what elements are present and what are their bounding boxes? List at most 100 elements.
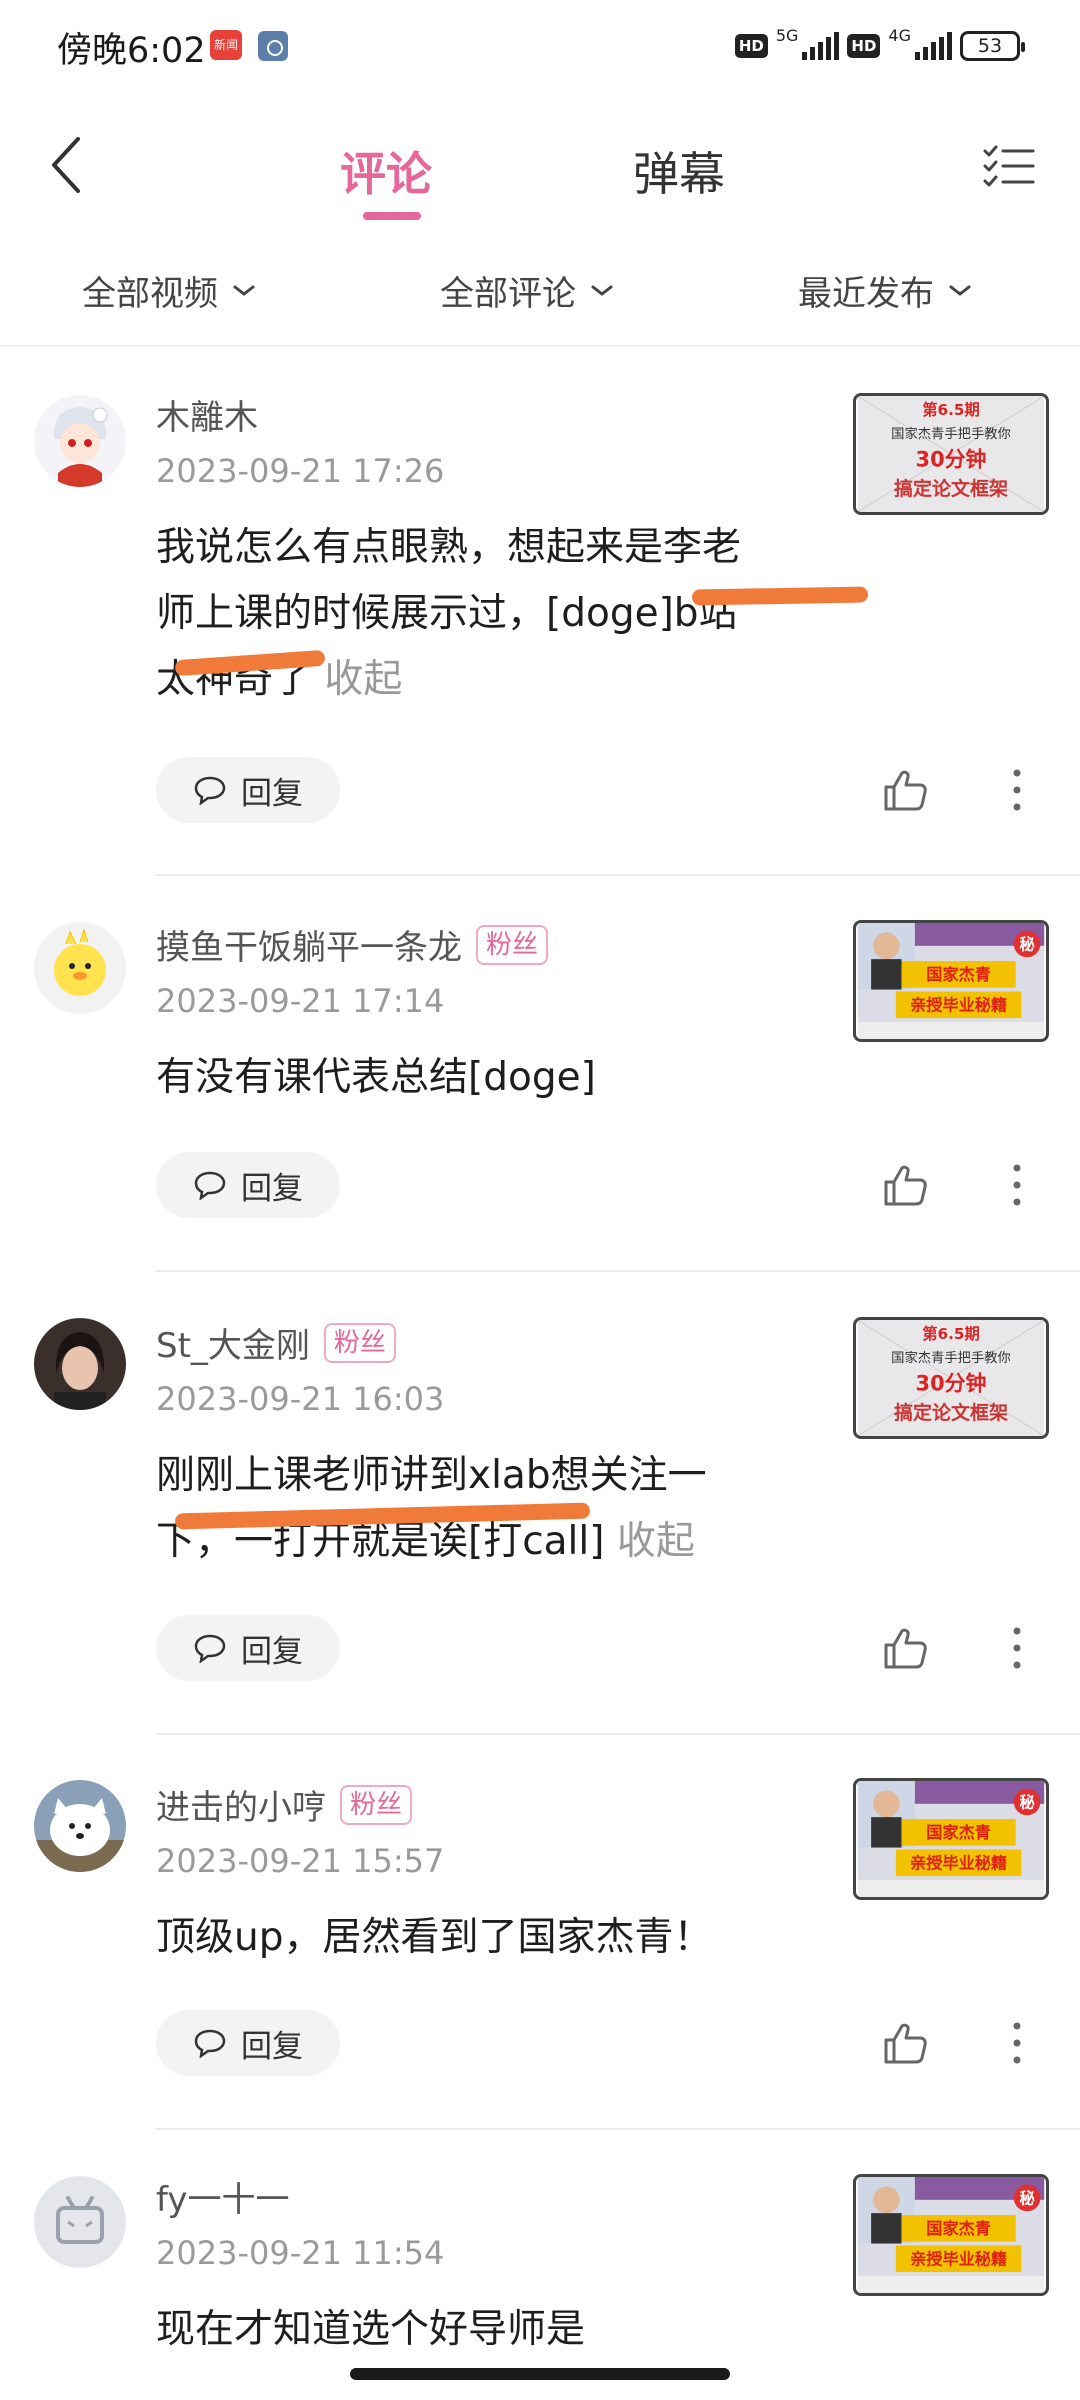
- author-name: 进击的小哼: [156, 1788, 326, 1828]
- thumb-line2: 30分钟: [916, 447, 987, 471]
- comment-time: 2023-09-21 16:03: [156, 1380, 445, 1418]
- thumb-badge: 秘: [1019, 936, 1034, 954]
- filter-comments-label: 全部评论: [440, 274, 576, 314]
- author-name: 摸鱼干饭躺平一条龙: [156, 928, 462, 968]
- thumb-line1: 国家杰青: [926, 2219, 991, 2238]
- thumbs-up-icon[interactable]: [882, 1625, 928, 1671]
- video-thumbnail[interactable]: 秘 国家杰青 亲授毕业秘籍: [853, 2174, 1049, 2296]
- sort-label: 最近发布: [798, 274, 934, 314]
- thumb-line3: 搞定论文框架: [894, 1401, 1008, 1424]
- comment-body: 现在才知道选个好导师是: [156, 2307, 586, 2352]
- home-indicator[interactable]: [350, 2368, 730, 2380]
- thumbs-up-icon[interactable]: [882, 2020, 928, 2066]
- comment-time: 2023-09-21 17:14: [156, 982, 445, 1020]
- comment-bubble-icon: [194, 1171, 226, 1200]
- reply-button[interactable]: 回复: [156, 757, 340, 823]
- header-divider: [0, 345, 1080, 347]
- video-thumbnail[interactable]: 秘 国家杰青 亲授毕业秘籍: [853, 920, 1049, 1042]
- hd-icon: HD: [734, 34, 768, 58]
- filter-videos-dropdown[interactable]: 全部视频: [82, 266, 256, 315]
- fan-badge: 粉丝: [340, 1784, 413, 1825]
- status-time: 傍晚6:02: [57, 31, 206, 71]
- comment-author[interactable]: 摸鱼干饭躺平一条龙 粉丝: [156, 920, 549, 969]
- status-indicators: HD 5G HD 4G 53: [734, 26, 1025, 66]
- thumb-line1: 国家杰青: [926, 965, 991, 984]
- comment-bubble-icon: [194, 2029, 226, 2058]
- thumbs-up-icon[interactable]: [882, 767, 928, 813]
- avatar[interactable]: [34, 2176, 126, 2268]
- fan-badge: 粉丝: [323, 1322, 396, 1363]
- chevron-down-icon: [591, 285, 613, 296]
- reply-label: 回复: [241, 775, 303, 812]
- more-options-icon[interactable]: [1010, 1162, 1024, 1208]
- comment-bubble-icon: [194, 776, 226, 805]
- back-arrow-icon[interactable]: [48, 135, 88, 195]
- collapse-link[interactable]: 收起: [617, 1519, 695, 1564]
- comment-text: 我说怎么有点眼熟，想起来是李老师上课的时候展示过，[doge]b站太神奇了 收起: [156, 515, 776, 713]
- collapse-link[interactable]: 收起: [324, 657, 402, 702]
- thumbs-up-icon[interactable]: [882, 1162, 928, 1208]
- comment-author[interactable]: 木離木: [156, 390, 258, 439]
- comment-bubble-icon: [194, 1634, 226, 1663]
- comment-author[interactable]: 进击的小哼 粉丝: [156, 1780, 413, 1829]
- highlight-mark: [691, 586, 869, 606]
- comment-time: 2023-09-21 15:57: [156, 1842, 445, 1880]
- thumb-line2: 亲授毕业秘籍: [910, 1853, 1007, 1872]
- thumb-line1: 国家杰青手把手教你: [891, 425, 1011, 442]
- reply-button[interactable]: 回复: [156, 1152, 340, 1218]
- comment-author[interactable]: fy一十一: [156, 2172, 290, 2221]
- tab-danmaku[interactable]: 弹幕: [633, 138, 725, 204]
- signal-icon: [915, 32, 952, 60]
- tab-comments[interactable]: 评论: [340, 138, 432, 204]
- thumb-line1: 国家杰青: [926, 1823, 991, 1842]
- comment-body: 我说怎么有点眼熟，想起来是李老师上课的时候展示过，[doge]b站太神奇了: [156, 525, 742, 702]
- avatar[interactable]: [34, 1318, 126, 1410]
- reply-label: 回复: [241, 1170, 303, 1207]
- comment-text: 现在才知道选个好导师是: [156, 2297, 776, 2363]
- status-bar: 傍晚6:02 新闻 HD 5G HD 4G 53: [0, 0, 1080, 95]
- news-app-notification-icon: 新闻: [210, 30, 242, 60]
- thumb-line2: 亲授毕业秘籍: [910, 2249, 1007, 2268]
- list-menu-icon[interactable]: [983, 145, 1035, 189]
- avatar[interactable]: [34, 922, 126, 1014]
- hd-icon: HD: [847, 34, 881, 58]
- comment-divider: [156, 874, 1080, 876]
- thumb-badge: 秘: [1019, 2190, 1034, 2208]
- comment-author[interactable]: St_大金刚 粉丝: [156, 1318, 396, 1367]
- reply-label: 回复: [241, 1633, 303, 1670]
- video-thumbnail[interactable]: 第6.5期 国家杰青手把手教你 30分钟 搞定论文框架: [853, 1317, 1049, 1439]
- comment-divider: [156, 2128, 1080, 2130]
- chevron-down-icon: [949, 285, 971, 296]
- more-options-icon[interactable]: [1010, 2020, 1024, 2066]
- thumb-title: 第6.5期: [922, 401, 979, 419]
- author-name: fy一十一: [156, 2180, 290, 2220]
- thumb-line3: 搞定论文框架: [894, 477, 1008, 500]
- comment-text: 顶级up，居然看到了国家杰青！: [156, 1905, 776, 1971]
- network-type-label: 5G: [775, 26, 799, 45]
- avatar[interactable]: [34, 1780, 126, 1872]
- top-navigation: 评论 弹幕: [0, 120, 1080, 230]
- chevron-down-icon: [233, 285, 255, 296]
- thumb-title: 第6.5期: [922, 1325, 979, 1343]
- filter-bar: 全部视频 全部评论 最近发布: [0, 252, 1080, 332]
- thumb-line1: 国家杰青手把手教你: [891, 1349, 1011, 1366]
- comment-text: 有没有课代表总结[doge]: [156, 1045, 776, 1111]
- more-options-icon[interactable]: [1010, 767, 1024, 813]
- reply-button[interactable]: 回复: [156, 1615, 340, 1681]
- sort-dropdown[interactable]: 最近发布: [798, 266, 972, 315]
- filter-videos-label: 全部视频: [82, 274, 218, 314]
- reply-label: 回复: [241, 2028, 303, 2065]
- settings-notification-icon: [258, 31, 288, 61]
- comment-divider: [156, 1270, 1080, 1272]
- comment-time: 2023-09-21 17:26: [156, 452, 445, 490]
- author-name: 木離木: [156, 398, 258, 438]
- avatar[interactable]: [34, 395, 126, 487]
- reply-button[interactable]: 回复: [156, 2010, 340, 2076]
- video-thumbnail[interactable]: 第6.5期 国家杰青手把手教你 30分钟 搞定论文框架: [853, 393, 1049, 515]
- more-options-icon[interactable]: [1010, 1625, 1024, 1671]
- video-thumbnail[interactable]: 秘 国家杰青 亲授毕业秘籍: [853, 1778, 1049, 1900]
- comment-time: 2023-09-21 11:54: [156, 2234, 445, 2272]
- author-name: St_大金刚: [156, 1326, 310, 1366]
- filter-comments-dropdown[interactable]: 全部评论: [440, 266, 614, 315]
- thumb-badge: 秘: [1019, 1794, 1034, 1812]
